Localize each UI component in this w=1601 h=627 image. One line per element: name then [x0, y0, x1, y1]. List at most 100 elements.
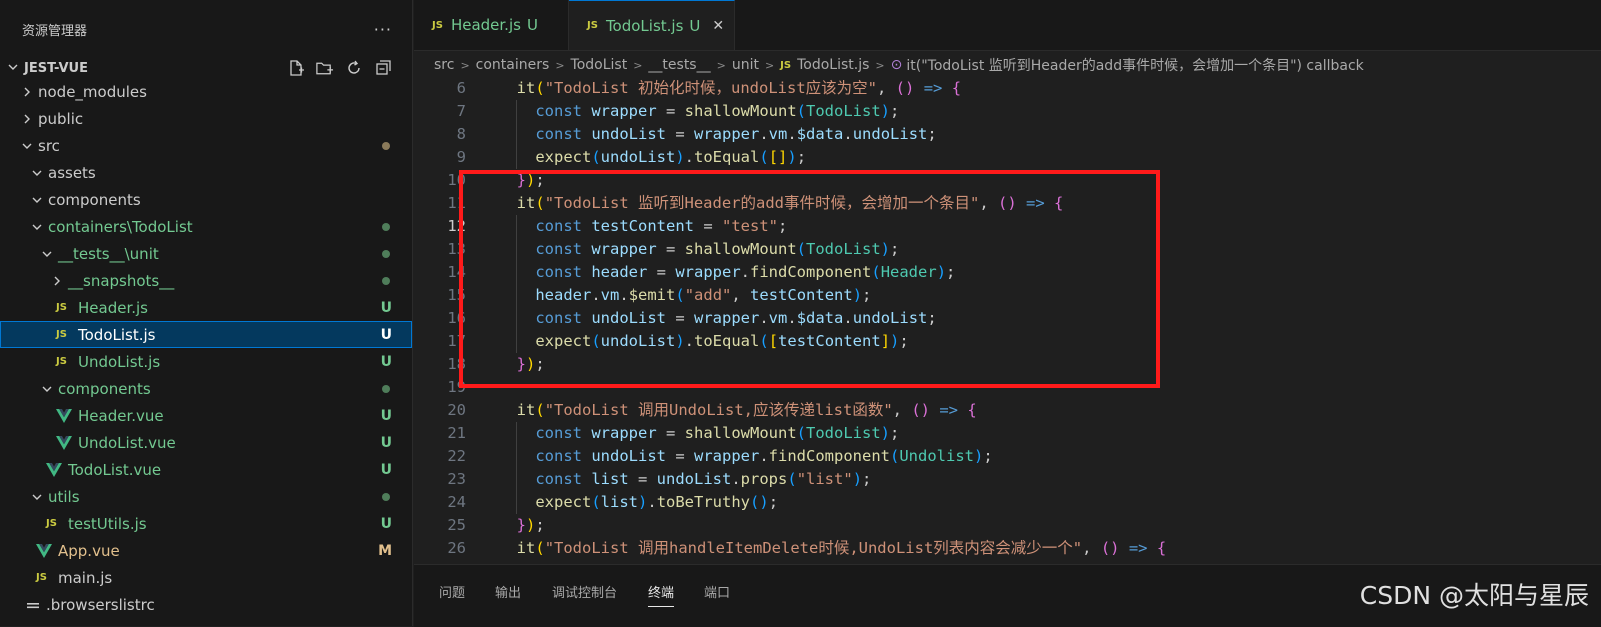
chevron-right-icon: >: [633, 58, 643, 72]
code-text: const wrapper = shallowMount(TodoList);: [535, 424, 900, 442]
breadcrumb-symbol[interactable]: it("TodoList 监听到Header的add事件时候，会增加一个条目")…: [906, 55, 1363, 75]
tree-item-label: TodoList.js: [78, 325, 156, 344]
tree-item[interactable]: node_modules: [0, 78, 412, 105]
tree-item-label: public: [38, 109, 84, 128]
chevron-down-icon: [40, 383, 54, 395]
tree-item[interactable]: components: [0, 375, 412, 402]
chevron-down-icon: [30, 167, 44, 179]
code-text: const wrapper = shallowMount(TodoList);: [535, 102, 900, 120]
tree-item[interactable]: JS testUtils.js U: [0, 510, 412, 537]
breadcrumb-tests[interactable]: __tests__: [648, 57, 710, 73]
code-text: const undoList = wrapper.vm.$data.undoLi…: [535, 125, 937, 143]
code-line[interactable]: 13 const wrapper = shallowMount(TodoList…: [414, 238, 1601, 261]
breadcrumb-todolist[interactable]: TodoList: [571, 57, 628, 73]
code-line[interactable]: 21 const wrapper = shallowMount(TodoList…: [414, 422, 1601, 445]
code-line[interactable]: 18 });: [414, 353, 1601, 376]
code-line[interactable]: 20 it("TodoList 调用UndoList,应该传递list函数", …: [414, 399, 1601, 422]
code-line[interactable]: 23 const list = undoList.props("list");: [414, 468, 1601, 491]
tree-item[interactable]: utils: [0, 483, 412, 510]
code-line[interactable]: 16 const undoList = wrapper.vm.$data.und…: [414, 307, 1601, 330]
git-status-dot: [382, 141, 390, 150]
panel-tab-debug-console[interactable]: 调试控制台: [552, 582, 617, 601]
code-line[interactable]: 11 it("TodoList 监听到Header的add事件时候，会增加一个条…: [414, 192, 1601, 215]
git-status-badge: M: [378, 542, 392, 559]
chevron-down-icon: [20, 140, 34, 152]
breadcrumb-containers[interactable]: containers: [476, 57, 550, 73]
tree-item-label: components: [48, 190, 141, 209]
new-file-icon[interactable]: [286, 58, 305, 77]
code-line[interactable]: 15 header.vm.$emit("add", testContent);: [414, 284, 1601, 307]
tab-todolist-js[interactable]: JS TodoList.js U ✕: [569, 0, 735, 50]
code-line[interactable]: 6 it("TodoList 初始化时候，undoList应该为空", () =…: [414, 77, 1601, 100]
line-number: 24: [447, 493, 466, 511]
code-text: expect(list).toBeTruthy();: [535, 493, 779, 511]
close-icon[interactable]: ✕: [712, 18, 724, 34]
tree-item[interactable]: __snapshots__: [0, 267, 412, 294]
panel-tab-ports[interactable]: 端口: [704, 582, 730, 601]
panel-tab-problems[interactable]: 问题: [439, 582, 465, 601]
code-text: expect(undoList).toEqual([]);: [535, 148, 807, 166]
line-number: 11: [447, 194, 466, 212]
code-line[interactable]: 12 const testContent = "test";: [414, 215, 1601, 238]
code-line[interactable]: 19: [414, 376, 1601, 399]
breadcrumb-src[interactable]: src: [434, 57, 454, 73]
code-line[interactable]: 7 const wrapper = shallowMount(TodoList)…: [414, 100, 1601, 123]
code-line[interactable]: 26 it("TodoList 调用handleItemDelete时候,Und…: [414, 537, 1601, 560]
js-file-icon: JS: [56, 356, 67, 367]
tree-item[interactable]: JS Header.js U: [0, 294, 412, 321]
more-actions-icon[interactable]: ···: [374, 20, 392, 39]
code-text: it("TodoList 初始化时候，undoList应该为空", () => …: [516, 79, 962, 97]
code-line[interactable]: 22 const undoList = wrapper.findComponen…: [414, 445, 1601, 468]
tab-header-js[interactable]: JS Header.js U: [414, 0, 569, 50]
tree-item-label: node_modules: [38, 82, 147, 101]
git-status-badge: U: [380, 407, 392, 424]
code-line[interactable]: 17 expect(undoList).toEqual([testContent…: [414, 330, 1601, 353]
code-line[interactable]: 9 expect(undoList).toEqual([]);: [414, 146, 1601, 169]
tree-item-label: testUtils.js: [68, 514, 147, 533]
tree-item[interactable]: JS main.js: [0, 564, 412, 591]
code-line[interactable]: 24 expect(list).toBeTruthy();: [414, 491, 1601, 514]
git-status-dot: [382, 276, 390, 285]
tree-item[interactable]: public: [0, 105, 412, 132]
chevron-right-icon: >: [555, 58, 565, 72]
js-file-icon: JS: [56, 302, 67, 313]
line-number: 21: [447, 424, 466, 442]
code-editor[interactable]: 6 it("TodoList 初始化时候，undoList应该为空", () =…: [414, 77, 1601, 564]
collapse-all-icon[interactable]: [373, 58, 392, 77]
refresh-icon[interactable]: [344, 58, 363, 77]
code-line[interactable]: 14 const header = wrapper.findComponent(…: [414, 261, 1601, 284]
code-line[interactable]: 10 });: [414, 169, 1601, 192]
tree-item[interactable]: components: [0, 186, 412, 213]
breadcrumb-file[interactable]: TodoList.js: [797, 57, 869, 73]
tree-item[interactable]: UndoList.vue U: [0, 429, 412, 456]
tree-item[interactable]: .browserslistrc: [0, 591, 412, 618]
tree-item[interactable]: src: [0, 132, 412, 159]
code-line[interactable]: 8 const undoList = wrapper.vm.$data.undo…: [414, 123, 1601, 146]
line-number: 9: [456, 148, 466, 166]
tree-item[interactable]: JS UndoList.js U: [0, 348, 412, 375]
tree-item-label: components: [58, 379, 151, 398]
vue-file-icon: [36, 543, 52, 558]
git-status-badge: U: [380, 353, 392, 370]
breadcrumb-unit[interactable]: unit: [732, 57, 759, 73]
panel-tab-terminal[interactable]: 终端: [648, 582, 675, 607]
panel-tab-output[interactable]: 输出: [495, 582, 521, 601]
tree-item[interactable]: TodoList.vue U: [0, 456, 412, 483]
js-file-icon: JS: [587, 20, 598, 31]
chevron-down-icon: [40, 248, 54, 260]
tree-item[interactable]: JS TodoList.js U: [0, 321, 412, 348]
tree-item[interactable]: assets: [0, 159, 412, 186]
tree-item[interactable]: App.vue M: [0, 537, 412, 564]
workspace-root[interactable]: JEST-VUE: [0, 58, 412, 78]
tree-item[interactable]: __tests__\unit: [0, 240, 412, 267]
tree-item[interactable]: Header.vue U: [0, 402, 412, 429]
code-line[interactable]: 25 });: [414, 514, 1601, 537]
git-status-dot: [382, 249, 390, 258]
workspace-root-label: JEST-VUE: [24, 60, 88, 76]
chevron-down-icon: [30, 491, 44, 503]
new-folder-icon[interactable]: [315, 58, 334, 77]
tree-item[interactable]: containers\TodoList: [0, 213, 412, 240]
line-number: 20: [447, 401, 466, 419]
line-number: 16: [447, 309, 466, 327]
tree-item-label: utils: [48, 487, 80, 506]
